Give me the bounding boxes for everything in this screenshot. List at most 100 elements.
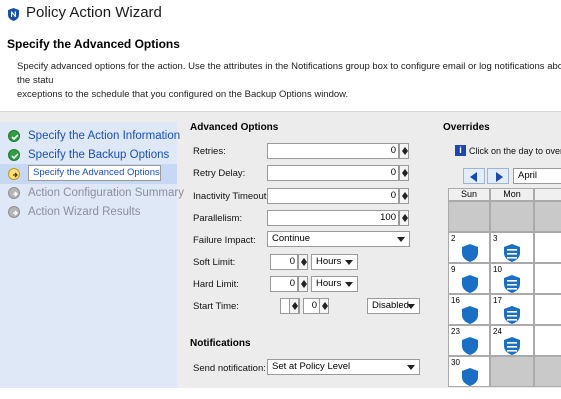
soft-limit-label: Soft Limit:: [193, 257, 236, 268]
step-label: Specify the Backup Options: [28, 149, 170, 161]
shield-icon: [462, 275, 478, 293]
calendar-day-cell[interactable]: [490, 201, 534, 232]
calendar-day-cell[interactable]: 2: [448, 232, 490, 263]
calendar-day-cell[interactable]: [534, 294, 561, 325]
retry-delay-label: Retry Delay:: [193, 168, 246, 179]
retry-delay-input[interactable]: 0: [267, 165, 399, 181]
chevron-down-icon: [397, 237, 405, 242]
calendar-day-cell[interactable]: 23: [448, 325, 490, 356]
step-label: Action Wizard Results: [28, 206, 141, 218]
notifications-legend: Notifications: [188, 338, 253, 349]
calendar-day-cell[interactable]: [490, 356, 534, 387]
overrides-legend: Overrides: [441, 122, 492, 133]
hard-limit-label: Hard Limit:: [193, 279, 239, 290]
prev-month-button[interactable]: [463, 168, 485, 184]
retries-input[interactable]: 0: [267, 143, 399, 159]
calendar-day-number: 23: [451, 327, 460, 336]
parallelism-spinner[interactable]: [399, 210, 409, 226]
month-value: April: [518, 170, 538, 181]
page-title: Specify the Advanced Options: [7, 37, 180, 51]
pending-step-icon: [8, 187, 20, 199]
inactivity-timeout-label: Inactivity Timeout:: [193, 191, 270, 202]
send-notification-value: Set at Policy Level: [272, 361, 351, 372]
title-bar: Policy Action Wizard: [0, 0, 561, 26]
hard-limit-unit: Hours: [316, 278, 342, 289]
start-time-label: Start Time:: [193, 301, 239, 312]
calendar-day-number: 2: [451, 234, 456, 243]
calendar-day-number: 17: [493, 296, 502, 305]
start-minute-spinner[interactable]: [319, 298, 329, 314]
chevron-down-icon: [345, 260, 353, 265]
chevron-down-icon: [407, 365, 415, 370]
calendar-day-cell[interactable]: 10: [490, 263, 534, 294]
step-label: Action Configuration Summary: [28, 187, 184, 199]
calendar-day-number: 9: [451, 265, 456, 274]
send-notification-label: Send notification:: [193, 363, 266, 374]
soft-limit-unit: Hours: [316, 256, 342, 267]
calendar-day-cell[interactable]: 3: [490, 232, 534, 263]
start-minute-input[interactable]: 0: [303, 298, 320, 314]
failure-impact-value: Continue: [272, 233, 311, 244]
day-header-mon: Mon: [490, 188, 534, 201]
soft-limit-unit-select[interactable]: Hours: [311, 254, 358, 270]
start-time-mode-select[interactable]: Disabled: [367, 298, 420, 314]
check-icon: [8, 130, 20, 142]
day-header-sun: Sun: [448, 188, 490, 201]
calendar-day-number: 10: [493, 265, 502, 274]
start-hour-spinner[interactable]: [289, 298, 299, 314]
calendar-day-cell[interactable]: [534, 232, 561, 263]
info-icon: i: [455, 145, 466, 156]
check-icon: [8, 149, 20, 161]
window-title: Policy Action Wizard: [26, 4, 162, 21]
shield-icon: [462, 306, 478, 324]
chevron-left-icon: [470, 172, 477, 182]
send-notification-select[interactable]: Set at Policy Level: [267, 359, 420, 375]
shield-striped-icon: [504, 337, 520, 355]
calendar-day-cell[interactable]: [534, 201, 561, 232]
pending-step-icon: [8, 206, 20, 218]
hard-limit-spinner[interactable]: [298, 276, 308, 292]
start-time-mode: Disabled: [372, 300, 409, 311]
calendar-day-cell[interactable]: 24: [490, 325, 534, 356]
shield-striped-icon: [504, 244, 520, 262]
parallelism-label: Parallelism:: [193, 213, 243, 224]
current-step-icon: [8, 168, 20, 180]
policy-shield-icon: [8, 8, 19, 21]
shield-icon: [462, 337, 478, 355]
chevron-right-icon: [496, 172, 503, 182]
retry-delay-spinner[interactable]: [399, 165, 409, 181]
chevron-down-icon: [345, 282, 353, 287]
retries-label: Retries:: [193, 146, 226, 157]
page-description: Specify advanced options for the action.…: [17, 61, 561, 100]
hard-limit-unit-select[interactable]: Hours: [311, 276, 358, 292]
retries-spinner[interactable]: [399, 143, 409, 159]
day-header-next: [534, 188, 561, 201]
soft-limit-input[interactable]: 0: [270, 254, 298, 270]
calendar-day-number: 24: [493, 327, 502, 336]
calendar-day-cell[interactable]: [534, 263, 561, 294]
month-select[interactable]: April: [513, 168, 561, 184]
calendar-day-number: 30: [451, 358, 460, 367]
calendar-day-cell[interactable]: 16: [448, 294, 490, 325]
inactivity-timeout-input[interactable]: 0: [267, 188, 399, 204]
wizard-steps-sidebar: Specify the Action Information Specify t…: [0, 122, 184, 388]
advanced-options-legend: Advanced Options: [188, 122, 281, 133]
soft-limit-spinner[interactable]: [298, 254, 308, 270]
failure-impact-label: Failure Impact:: [193, 235, 256, 246]
calendar-day-cell[interactable]: [448, 201, 490, 232]
calendar-day-cell[interactable]: 30: [448, 356, 490, 387]
inactivity-timeout-spinner[interactable]: [399, 188, 409, 204]
parallelism-input[interactable]: 100: [267, 210, 399, 226]
calendar-day-cell[interactable]: [534, 325, 561, 356]
step-label: Specify the Action Information: [28, 130, 181, 142]
next-month-button[interactable]: [487, 168, 509, 184]
step-label: Specify the Advanced Options: [28, 165, 161, 181]
calendar-day-number: 3: [493, 234, 498, 243]
calendar-day-number: 16: [451, 296, 460, 305]
calendar-day-cell[interactable]: 17: [490, 294, 534, 325]
calendar-day-cell[interactable]: [534, 356, 561, 387]
failure-impact-select[interactable]: Continue: [267, 231, 410, 247]
shield-striped-icon: [504, 306, 520, 324]
calendar-day-cell[interactable]: 9: [448, 263, 490, 294]
hard-limit-input[interactable]: 0: [270, 276, 298, 292]
